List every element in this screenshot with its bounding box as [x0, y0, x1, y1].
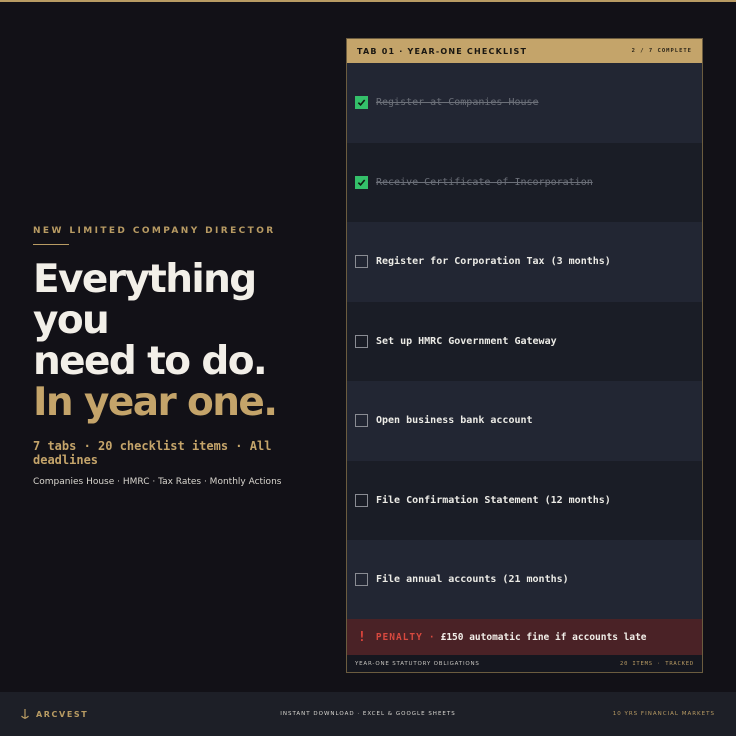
- experience-note: 10 YRS FINANCIAL MARKETS: [612, 711, 715, 717]
- checkbox-checked[interactable]: [355, 175, 368, 189]
- checklist-header: TAB 01 · YEAR-ONE CHECKLIST 2 / 7 COMPLE…: [347, 39, 702, 63]
- checkbox-checked[interactable]: [355, 96, 368, 110]
- checkmark-icon: [357, 99, 366, 107]
- checklist-panel: TAB 01 · YEAR-ONE CHECKLIST 2 / 7 COMPLE…: [346, 38, 703, 673]
- penalty-text: £150 automatic fine if accounts late: [440, 631, 647, 643]
- hero-section: NEW LIMITED COMPANY DIRECTOR Everything …: [33, 226, 323, 487]
- checklist-title: TAB 01 · YEAR-ONE CHECKLIST: [357, 46, 528, 56]
- checklist-item[interactable]: File annual accounts (21 months): [347, 540, 702, 620]
- checklist-item[interactable]: Register at Companies House: [347, 63, 702, 143]
- warning-icon: !: [358, 629, 366, 645]
- checklist-item[interactable]: Register for Corporation Tax (3 months): [347, 222, 702, 302]
- hero-stats: 7 tabs · 20 checklist items · All deadli…: [33, 439, 272, 467]
- checkbox-unchecked[interactable]: [355, 493, 368, 507]
- headline-accent: In year one.: [33, 380, 278, 425]
- checklist-item-label: File Confirmation Statement (12 months): [376, 494, 611, 506]
- headline-line-1: Everything: [33, 257, 257, 302]
- headline-line-2: you: [33, 298, 110, 343]
- checklist-footer: YEAR-ONE STATUTORY OBLIGATIONS 20 ITEMS …: [347, 655, 702, 672]
- hero-eyebrow: NEW LIMITED COMPANY DIRECTOR: [33, 226, 276, 236]
- checklist-item-label: Register for Corporation Tax (3 months): [376, 256, 611, 268]
- hero-subline: Companies House · HMRC · Tax Rates · Mon…: [33, 477, 282, 487]
- checklist-item[interactable]: File Confirmation Statement (12 months): [347, 460, 702, 540]
- checklist-item-label: Receive Certificate of Incorporation: [376, 176, 593, 188]
- checklist-item-label: Register at Companies House: [376, 97, 539, 109]
- penalty-label: PENALTY: [375, 631, 423, 643]
- penalty-banner: ! PENALTY · £150 automatic fine if accou…: [347, 619, 702, 655]
- hero-headline: Everything you need to do. In year one.: [33, 259, 323, 423]
- penalty-separator: ·: [428, 631, 435, 643]
- top-accent-rule: [0, 0, 736, 2]
- checklist-progress: 2 / 7 COMPLETE: [631, 48, 692, 54]
- checklist-item-label: Open business bank account: [376, 415, 533, 427]
- checkbox-unchecked[interactable]: [355, 573, 368, 587]
- headline-line-3: need to do.: [33, 339, 268, 384]
- checklist-item-label: File annual accounts (21 months): [376, 574, 569, 586]
- checkmark-icon: [357, 179, 366, 186]
- checkbox-unchecked[interactable]: [355, 414, 368, 428]
- checklist-item[interactable]: Receive Certificate of Incorporation: [347, 142, 702, 222]
- checklist-item[interactable]: Set up HMRC Government Gateway: [347, 301, 702, 381]
- checkbox-unchecked[interactable]: [355, 255, 368, 269]
- checkbox-unchecked[interactable]: [355, 334, 368, 348]
- footer-obligations-label: YEAR-ONE STATUTORY OBLIGATIONS: [355, 660, 480, 667]
- bottom-bar: ARCVEST INSTANT DOWNLOAD · EXCEL & GOOGL…: [0, 692, 736, 736]
- eyebrow-divider: [33, 244, 69, 245]
- checklist-items: Register at Companies House Receive Certi…: [347, 63, 702, 620]
- checklist-item-label: Set up HMRC Government Gateway: [376, 335, 557, 347]
- checklist-item[interactable]: Open business bank account: [347, 381, 702, 461]
- footer-items-tracked: 20 ITEMS · TRACKED: [619, 660, 694, 667]
